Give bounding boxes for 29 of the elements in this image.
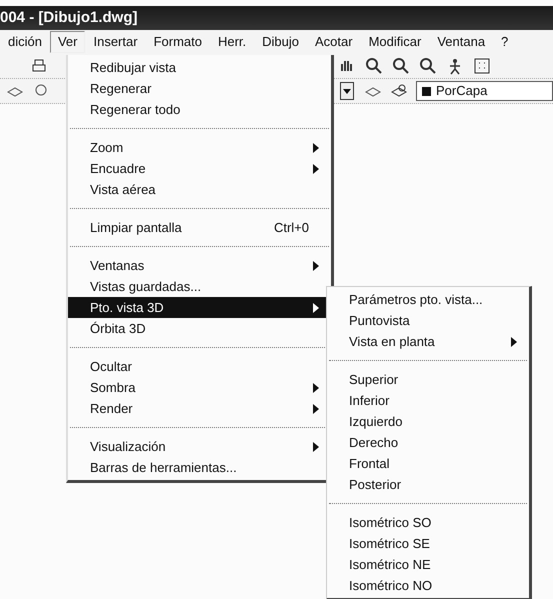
window-title: 004 - [Dibujo1.dwg] — [0, 6, 553, 30]
menu-item[interactable]: Isométrico SO — [327, 512, 529, 533]
menu-item[interactable]: Encuadre — [68, 158, 331, 179]
menu-item[interactable]: Posterior — [327, 474, 529, 495]
magnifier-icon[interactable] — [365, 57, 383, 75]
menu-item[interactable]: Regenerar todo — [68, 99, 331, 120]
menu-bar-item[interactable]: Dibujo — [254, 31, 307, 53]
grid-icon[interactable] — [473, 57, 491, 75]
menu-bar-item[interactable]: Insertar — [85, 31, 146, 53]
magnifier-icon[interactable] — [419, 57, 437, 75]
menu-item[interactable]: Isométrico SE — [327, 533, 529, 554]
menu-item[interactable]: Regenerar — [68, 78, 331, 99]
color-combo[interactable]: PorCapa — [416, 81, 553, 101]
menu-bar-item[interactable]: Acotar — [307, 31, 361, 53]
menu-item[interactable]: Ventanas — [68, 255, 331, 276]
menu-bar-item[interactable]: Ver — [50, 31, 86, 53]
menu-bar-item[interactable]: Modificar — [360, 31, 430, 53]
menu-bar-item[interactable]: Ventana — [429, 31, 494, 53]
menu-item[interactable]: Limpiar pantalla Ctrl+0 — [68, 217, 331, 238]
menu-item[interactable]: Isométrico NO — [327, 575, 529, 596]
menu-item[interactable]: Zoom — [68, 137, 331, 158]
menu-item[interactable]: Vista aérea — [68, 179, 331, 200]
menu-item[interactable]: Vista en planta — [327, 331, 529, 352]
menu-bar-item[interactable]: ? — [493, 31, 516, 53]
menu-bar-item[interactable]: Formato — [146, 31, 210, 53]
menu-bar-item[interactable]: Herr. — [210, 31, 254, 53]
menu-item[interactable]: Isométrico NE — [327, 554, 529, 575]
menu-bar-item[interactable]: dición — [0, 31, 50, 53]
magnifier-icon[interactable] — [392, 57, 410, 75]
